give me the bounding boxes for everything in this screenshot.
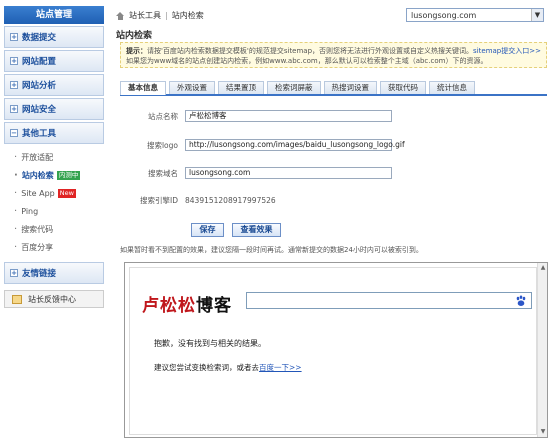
tab-bar: 基本信息 外观设置 结果置顶 检索词屏蔽 热搜词设置 获取代码 统计信息: [120, 81, 547, 96]
bullet-icon: ·: [14, 241, 18, 253]
domain-label: 搜索域名: [148, 168, 178, 178]
expand-icon: +: [10, 33, 18, 41]
domain-row: 搜索域名 lusongsong.com: [120, 167, 392, 179]
scroll-up-icon[interactable]: ▲: [539, 264, 547, 272]
save-button[interactable]: 保存: [191, 223, 224, 237]
domain-input[interactable]: lusongsong.com: [185, 167, 392, 179]
preview-frame: 卢松松博客 抱歉，没有找到与相关的结果。 建议您尝试变换检索词，或者去百度一下>…: [124, 262, 548, 438]
sidebar-cat-site-analysis[interactable]: + 网站分析: [4, 74, 104, 96]
baidu-paw-icon[interactable]: [515, 295, 527, 307]
scroll-down-icon[interactable]: ▼: [539, 428, 547, 436]
beta-badge: 内测中: [56, 170, 81, 180]
expand-icon: +: [10, 81, 18, 89]
site-name-label: 站点名称: [148, 111, 178, 121]
tab-get-code[interactable]: 获取代码: [380, 81, 426, 94]
tab-basic-info[interactable]: 基本信息: [120, 81, 166, 95]
sidebar-cat-data-submit[interactable]: + 数据提交: [4, 26, 104, 48]
breadcrumb: 站长工具 | 站内检索: [116, 10, 204, 21]
bullet-icon: ·: [14, 187, 18, 199]
notice-prefix: 提示：: [126, 47, 147, 55]
sitemap-link[interactable]: sitemap提交入口>>: [473, 47, 541, 55]
sidebar-item-site-app[interactable]: · Site App New: [4, 184, 104, 202]
sidebar-cat-friend-links[interactable]: + 友情链接: [4, 262, 104, 284]
chevron-down-icon[interactable]: ▼: [531, 9, 543, 21]
sidebar: 站点管理 + 数据提交 + 网站配置 + 网站分析 + 网站安全 − 其他工具 · 开放适配…: [4, 6, 104, 438]
sidebar-cat-site-security[interactable]: + 网站安全: [4, 98, 104, 120]
preview-search-input[interactable]: [246, 292, 532, 309]
sidebar-item-open-adapt[interactable]: · 开放适配: [4, 148, 104, 166]
tab-statistics[interactable]: 统计信息: [429, 81, 475, 94]
pencil-icon: [12, 294, 22, 304]
no-result-text: 抱歉，没有找到与相关的结果。: [154, 339, 266, 348]
topbar: 站长工具 | 站内检索 lusongsong.com ▼: [116, 6, 549, 26]
logo-label: 搜索logo: [146, 140, 178, 150]
view-effect-button[interactable]: 查看效果: [232, 223, 281, 237]
collapse-icon: −: [10, 129, 18, 137]
preview-content: 卢松松博客 抱歉，没有找到与相关的结果。 建议您尝试变换检索词，或者去百度一下>…: [129, 267, 537, 435]
expand-icon: +: [10, 105, 18, 113]
engine-id-row: 搜索引擎ID 8439151208917997526: [120, 195, 276, 206]
sidebar-cat-other-tools[interactable]: − 其他工具: [4, 122, 104, 144]
tab-appearance[interactable]: 外观设置: [169, 81, 215, 94]
notice-text-2: 如果您为www域名的站点创建站内检索，例如www.abc.com，那么默认可以检…: [126, 57, 488, 65]
site-name-row: 站点名称 卢松松博客: [120, 110, 392, 122]
breadcrumb-tools[interactable]: 站长工具: [129, 10, 161, 21]
notice-box: 提示：请按'百度站内检索数据提交模板'的规范提交sitemap，否则您将无法进行…: [120, 42, 547, 68]
logo-row: 搜索logo http://lusongsong.com/images/baid…: [120, 139, 405, 151]
page-title: 站内检索: [116, 31, 153, 41]
hint-text: 如果暂时看不到配置的效果，建议您隔一段时间再试。通常新提交的数据24小时内可以被…: [120, 246, 423, 254]
sidebar-cat-site-config[interactable]: + 网站配置: [4, 50, 104, 72]
tab-block-terms[interactable]: 检索词屏蔽: [267, 81, 321, 94]
expand-icon: +: [10, 57, 18, 65]
expand-icon: +: [10, 269, 18, 277]
sidebar-item-baidu-share[interactable]: · 百度分享: [4, 238, 104, 256]
site-name-input[interactable]: 卢松松博客: [185, 110, 392, 122]
home-icon: [116, 11, 125, 20]
site-select-value: lusongsong.com: [411, 10, 477, 20]
preview-scrollbar[interactable]: ▲ ▼: [537, 263, 547, 437]
sidebar-item-site-search[interactable]: · 站内检索 内测中: [4, 166, 104, 184]
site-select[interactable]: lusongsong.com ▼: [406, 8, 544, 22]
preview-logo: 卢松松博客: [142, 296, 232, 316]
sidebar-header: 站点管理: [4, 6, 104, 24]
breadcrumb-separator: |: [165, 11, 168, 20]
sidebar-item-ping[interactable]: · Ping: [4, 202, 104, 220]
breadcrumb-current: 站内检索: [171, 11, 204, 20]
tab-pin-results[interactable]: 结果置顶: [218, 81, 264, 94]
notice-text: 请按'百度站内检索数据提交模板'的规范提交sitemap，否则您将无法进行外观设…: [147, 47, 474, 55]
bullet-icon: ·: [14, 205, 18, 217]
logo-url-input[interactable]: http://lusongsong.com/images/baidu_luson…: [185, 139, 405, 151]
feedback-center-button[interactable]: 站长反馈中心: [4, 290, 104, 308]
engine-id-value: 8439151208917997526: [185, 196, 276, 205]
bullet-icon: ·: [14, 223, 18, 235]
new-badge: New: [57, 188, 76, 198]
suggest-text: 建议您尝试变换检索词，或者去百度一下>>: [154, 363, 302, 372]
engine-id-label: 搜索引擎ID: [140, 196, 178, 205]
bullet-icon: ·: [14, 151, 18, 163]
bullet-icon: ·: [14, 169, 18, 181]
tab-hot-terms[interactable]: 热搜词设置: [323, 81, 377, 94]
sidebar-item-search-code[interactable]: · 搜索代码: [4, 220, 104, 238]
baidu-search-link[interactable]: 百度一下>>: [259, 363, 302, 372]
